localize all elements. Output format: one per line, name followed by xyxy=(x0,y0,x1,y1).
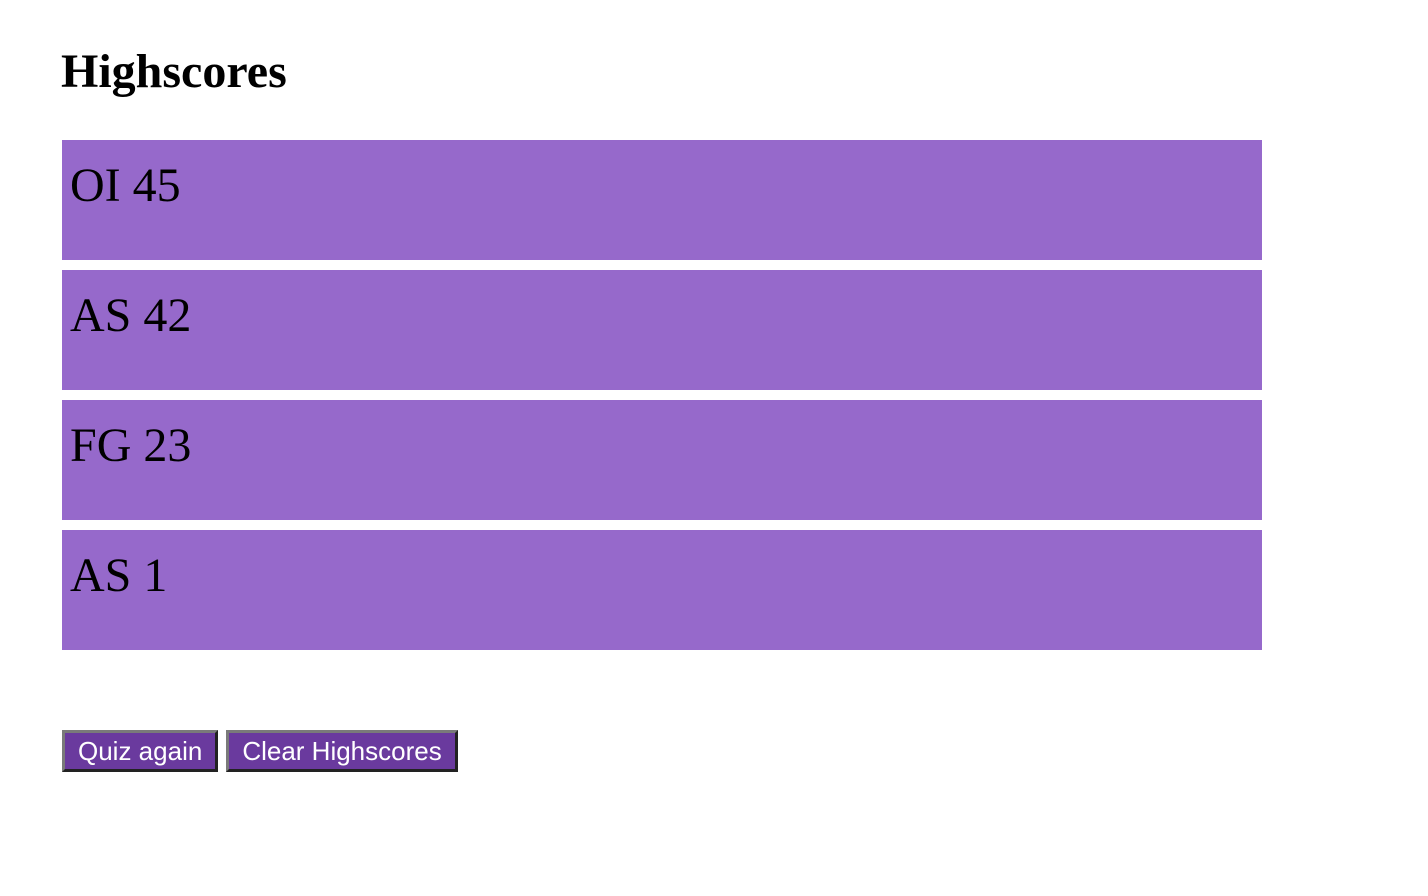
page-title: Highscores xyxy=(61,45,287,98)
highscore-item: AS 42 xyxy=(62,270,1262,390)
action-buttons: Quiz again Clear Highscores xyxy=(62,730,458,772)
highscore-item: OI 45 xyxy=(62,140,1262,260)
clear-highscores-button[interactable]: Clear Highscores xyxy=(226,730,458,772)
highscore-item: FG 23 xyxy=(62,400,1262,520)
highscore-list: OI 45 AS 42 FG 23 AS 1 xyxy=(62,140,1262,660)
highscore-item: AS 1 xyxy=(62,530,1262,650)
quiz-again-button[interactable]: Quiz again xyxy=(62,730,219,772)
